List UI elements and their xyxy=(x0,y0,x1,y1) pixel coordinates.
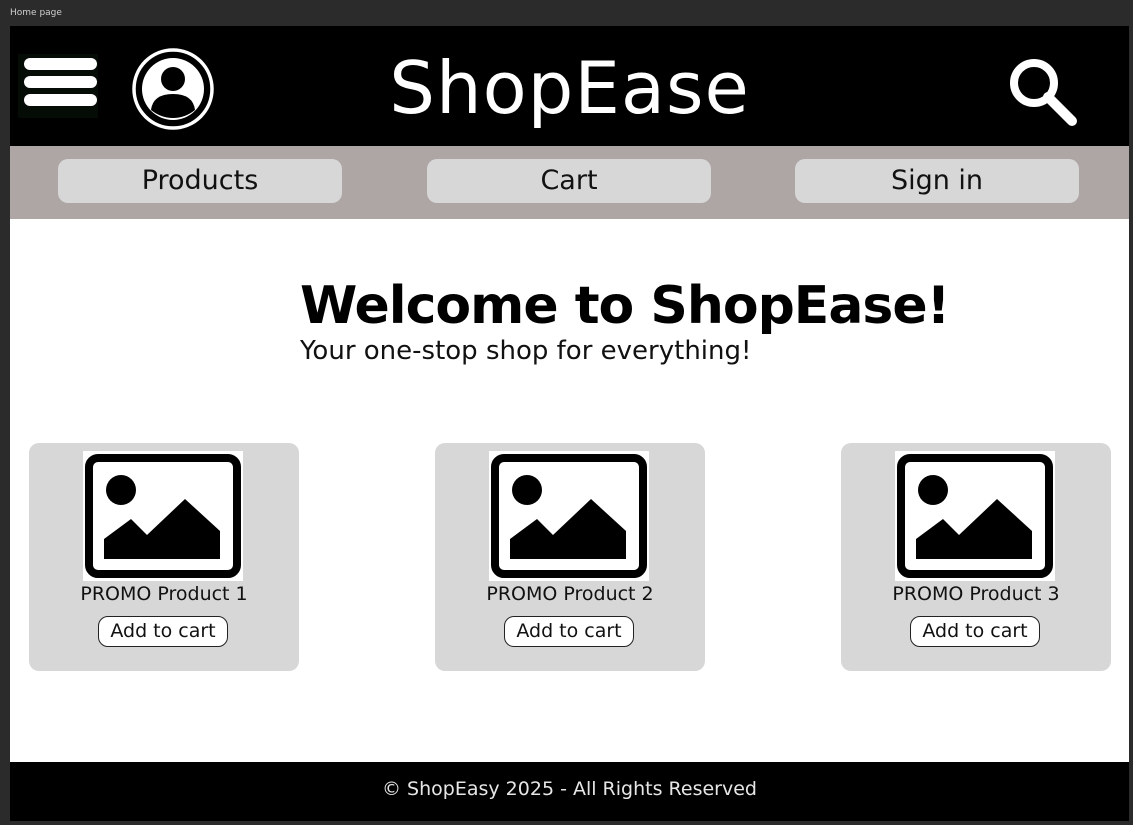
footer-copyright: © ShopEasy 2025 - All Rights Reserved xyxy=(382,778,757,800)
product-card: PROMO Product 1 Add to cart xyxy=(29,443,299,671)
brand-title: ShopEase xyxy=(389,46,750,130)
nav-sign-in-button[interactable]: Sign in xyxy=(795,159,1079,203)
add-to-cart-button[interactable]: Add to cart xyxy=(504,616,634,647)
image-placeholder-icon xyxy=(895,451,1055,581)
home-page: ShopEase Products Cart Sign in Welcome t… xyxy=(10,26,1129,821)
footer: © ShopEasy 2025 - All Rights Reserved xyxy=(10,762,1129,821)
product-name: PROMO Product 1 xyxy=(80,583,248,605)
image-placeholder-icon xyxy=(83,451,243,581)
add-to-cart-button[interactable]: Add to cart xyxy=(910,616,1040,647)
header: ShopEase xyxy=(10,26,1129,146)
product-card: PROMO Product 3 Add to cart xyxy=(841,443,1111,671)
welcome-subtitle: Your one-stop shop for everything! xyxy=(300,336,752,366)
frame-label: Home page xyxy=(10,8,62,18)
welcome-title: Welcome to ShopEase! xyxy=(300,276,950,336)
image-placeholder-icon xyxy=(489,451,649,581)
product-name: PROMO Product 2 xyxy=(486,583,654,605)
product-card: PROMO Product 2 Add to cart xyxy=(435,443,705,671)
nav-products-button[interactable]: Products xyxy=(58,159,342,203)
nav-bar: Products Cart Sign in xyxy=(10,146,1129,219)
search-icon[interactable] xyxy=(1004,53,1080,129)
product-name: PROMO Product 3 xyxy=(892,583,1060,605)
nav-cart-button[interactable]: Cart xyxy=(427,159,711,203)
add-to-cart-button[interactable]: Add to cart xyxy=(98,616,228,647)
